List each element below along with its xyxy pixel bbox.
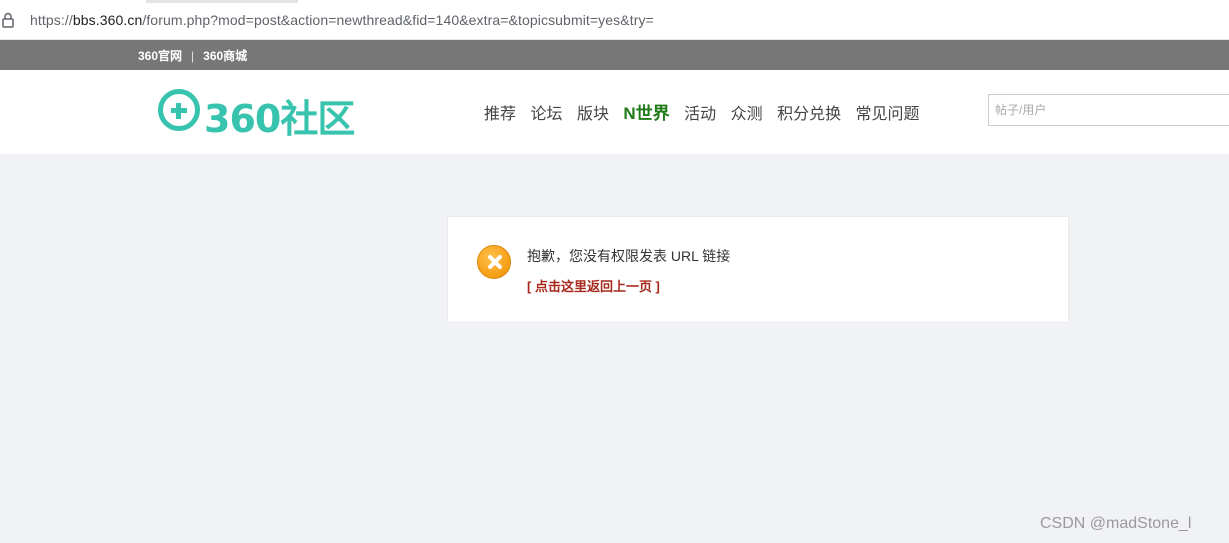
address-bar[interactable]: https://bbs.360.cn/forum.php?mod=post&ac… — [0, 0, 1229, 40]
error-message: 抱歉，您没有权限发表 URL 链接 — [527, 248, 731, 264]
plus-circle-icon — [158, 89, 200, 131]
nav-item-n-world[interactable]: N世界 — [623, 99, 669, 124]
url-path: /forum.php?mod=post&action=newthread&fid… — [142, 12, 654, 28]
tab-indicator — [146, 0, 298, 3]
link-360-mall[interactable]: 360商城 — [203, 49, 247, 63]
top-links: 360官网 | 360商城 — [138, 47, 247, 64]
back-link[interactable]: [ 点击这里返回上一页 ] — [527, 276, 660, 295]
nav-item-faq[interactable]: 常见问题 — [856, 100, 920, 124]
url-text[interactable]: https://bbs.360.cn/forum.php?mod=post&ac… — [30, 12, 654, 28]
link-360-official[interactable]: 360官网 — [138, 49, 182, 63]
main-nav: 推荐 论坛 版块 N世界 活动 众测 积分兑换 常见问题 — [484, 99, 930, 124]
error-x-icon — [477, 245, 511, 279]
topbar-separator: | — [191, 49, 195, 63]
nav-item-points-exchange[interactable]: 积分兑换 — [777, 100, 841, 124]
nav-item-events[interactable]: 活动 — [684, 100, 716, 124]
nav-item-testing[interactable]: 众测 — [731, 100, 763, 124]
nav-item-boards[interactable]: 版块 — [577, 100, 609, 124]
lock-icon[interactable] — [1, 12, 15, 28]
watermark: CSDN @madStone_l — [1040, 515, 1192, 532]
page: https://bbs.360.cn/forum.php?mod=post&ac… — [0, 0, 1229, 543]
nav-item-forum[interactable]: 论坛 — [530, 100, 562, 124]
nav-item-recommend[interactable]: 推荐 — [484, 100, 516, 124]
url-host: bbs.360.cn — [72, 12, 143, 28]
site-header: 360社区 推荐 论坛 版块 N世界 活动 众测 积分兑换 常见问题 — [0, 70, 1229, 154]
top-links-bar: 360官网 | 360商城 — [0, 40, 1229, 70]
logo-text: 360社区 — [204, 97, 355, 141]
site-logo[interactable]: 360社区 — [158, 86, 370, 141]
error-message-box: 抱歉，您没有权限发表 URL 链接 [ 点击这里返回上一页 ] — [447, 216, 1069, 323]
url-scheme: https:// — [30, 12, 73, 28]
search-input[interactable] — [988, 94, 1229, 126]
